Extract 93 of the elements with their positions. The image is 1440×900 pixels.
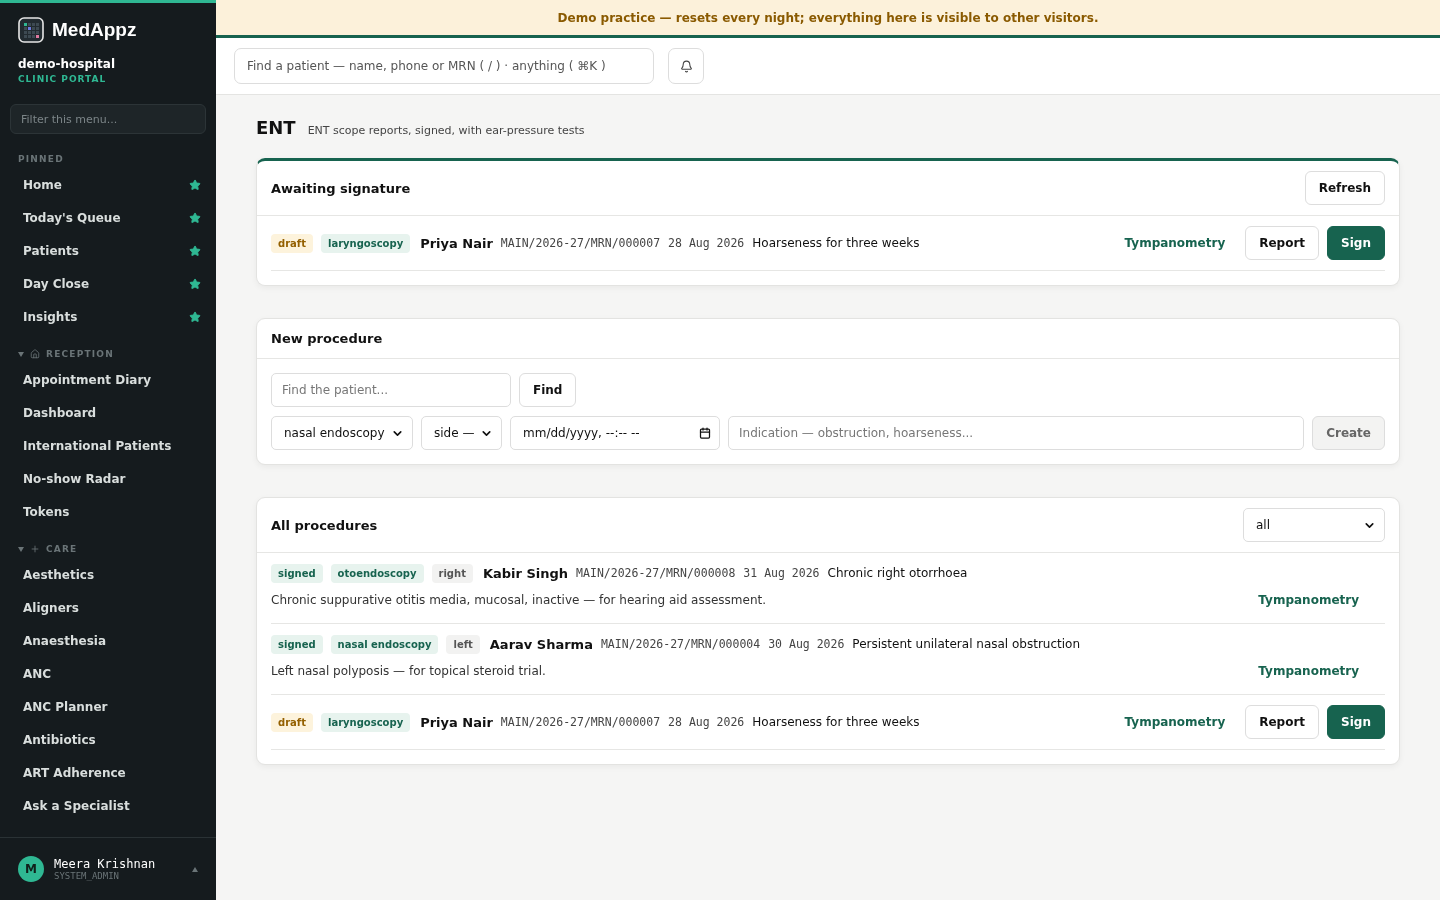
star-icon <box>189 244 201 257</box>
caret-icon[interactable] <box>18 546 24 552</box>
user-avatar: M <box>18 856 44 882</box>
card-title: Awaiting signature <box>271 180 411 196</box>
status-tag: signed <box>271 563 323 583</box>
sidebar-item[interactable]: ANC Planner <box>0 690 216 723</box>
date-text: 30 Aug 2026 <box>768 637 845 651</box>
date-time-field[interactable]: mm/dd/yyyy, --:-- -- <box>510 416 720 450</box>
tympanometry-link[interactable]: Tympanometry <box>1258 664 1359 678</box>
patient-name: Kabir Singh <box>482 565 569 581</box>
side-select[interactable]: side — <box>421 416 502 450</box>
procedure-tag: laryngoscopy <box>320 712 411 732</box>
sidebar-item[interactable]: No-show Radar <box>0 462 216 495</box>
sidebar-item[interactable]: Today's Queue <box>0 201 216 234</box>
sidebar-item[interactable]: Aesthetics <box>0 558 216 591</box>
sidebar-item[interactable]: Ask a Specialist <box>0 789 216 822</box>
report-note: Chronic suppurative otitis media, mucosal, inactive — for hearing aid assessment. <box>271 593 767 607</box>
sidebar-item[interactable]: Home <box>0 168 216 201</box>
user-role: SYSTEM_ADMIN <box>54 871 121 881</box>
indication-field[interactable]: Indication — obstruction, hoarseness... <box>728 416 1305 450</box>
portal-label: CLINIC PORTAL <box>17 73 108 84</box>
search-field[interactable]: Find a patient — name, phone or MRN ( / ) · anything ( ⌘K ) <box>234 48 654 84</box>
find-button[interactable]: Find <box>519 373 577 407</box>
demo-banner: Demo practice — resets every night; everything here is visible to other visitors. <box>216 0 1440 38</box>
date-text: 28 Aug 2026 <box>668 715 745 729</box>
sidebar-item[interactable]: ART Adherence <box>0 756 216 789</box>
sidebar-item[interactable]: Anaesthesia <box>0 624 216 657</box>
brand-name: MedAppz <box>52 19 137 41</box>
mrn-text: MAIN/2026-27/MRN/000008 <box>576 566 736 580</box>
sidebar-item[interactable]: Day Close <box>0 267 216 300</box>
procedure-tag: nasal endoscopy <box>330 634 439 654</box>
report-note: Left nasal polyposis — for topical steroid trial. <box>271 664 546 678</box>
sidebar-item[interactable]: Dashboard <box>0 396 216 429</box>
section-label: RECEPTION <box>46 349 114 359</box>
complaint-text: Persistent unilateral nasal obstruction <box>852 637 1081 651</box>
star-icon <box>189 211 201 224</box>
filter-select[interactable]: all <box>1243 508 1385 542</box>
organisation-name: demo-hospital <box>17 56 117 71</box>
sidebar-item[interactable]: Tokens <box>0 495 216 528</box>
tympanometry-link[interactable]: Tympanometry <box>1124 236 1226 250</box>
sidebar-item[interactable]: Aligners <box>0 591 216 624</box>
sidebar-item[interactable]: ANC <box>0 657 216 690</box>
report-button[interactable]: Report <box>1245 705 1320 739</box>
tympanometry-link[interactable]: Tympanometry <box>1124 715 1226 729</box>
star-icon <box>189 178 201 191</box>
logo-icon <box>18 17 44 43</box>
mrn-text: MAIN/2026-27/MRN/000004 <box>600 637 761 651</box>
menu-filter-field[interactable]: Filter this menu... <box>10 104 206 134</box>
patient-name: Priya Nair <box>420 714 493 730</box>
user-name: Meera Krishnan <box>54 857 156 871</box>
page-subtitle: ENT scope reports, signed, with ear-pressure tests <box>307 124 585 137</box>
report-button[interactable]: Report <box>1245 226 1320 260</box>
side-tag: left <box>446 634 480 654</box>
section-label: CARE <box>46 544 78 554</box>
procedure-select[interactable]: nasal endoscopy <box>271 416 413 450</box>
tympanometry-link[interactable]: Tympanometry <box>1258 593 1359 607</box>
complaint-text: Hoarseness for three weeks <box>752 236 920 250</box>
card-title: All procedures <box>271 517 378 533</box>
sign-button[interactable]: Sign <box>1327 705 1385 739</box>
card-title: New procedure <box>271 331 383 346</box>
house-icon <box>30 349 40 359</box>
status-tag: draft <box>271 712 313 732</box>
sidebar-item[interactable]: Patients <box>0 234 216 267</box>
side-tag: right <box>431 563 473 583</box>
procedure-tag: otoendoscopy <box>330 563 424 583</box>
patient-name: Priya Nair <box>420 235 493 251</box>
patient-field[interactable]: Find the patient... <box>271 373 511 407</box>
section-label: PINNED <box>18 154 64 164</box>
complaint-text: Chronic right otorrhoea <box>827 566 968 580</box>
status-tag: draft <box>271 233 313 253</box>
caret-icon[interactable] <box>18 351 24 357</box>
mrn-text: MAIN/2026-27/MRN/000007 <box>500 236 661 250</box>
refresh-button[interactable]: Refresh <box>1304 171 1385 205</box>
star-icon <box>189 310 201 323</box>
sidebar-item[interactable]: Insights <box>0 300 216 333</box>
sidebar-item[interactable]: International Patients <box>0 429 216 462</box>
sign-button[interactable]: Sign <box>1327 226 1385 260</box>
status-tag: signed <box>271 634 323 654</box>
date-text: 31 Aug 2026 <box>743 566 820 580</box>
plus-icon <box>30 544 40 554</box>
calendar-icon <box>699 427 711 439</box>
procedure-tag: laryngoscopy <box>320 233 411 253</box>
notifications-button[interactable] <box>668 48 704 84</box>
complaint-text: Hoarseness for three weeks <box>752 715 920 729</box>
mrn-text: MAIN/2026-27/MRN/000007 <box>500 715 661 729</box>
date-text: 28 Aug 2026 <box>668 236 745 250</box>
patient-name: Aarav Sharma <box>489 636 593 652</box>
caret-icon[interactable] <box>192 866 198 872</box>
sidebar-item[interactable]: Appointment Diary <box>0 363 216 396</box>
page-title: ENT <box>256 117 296 138</box>
bell-icon <box>679 59 693 73</box>
star-icon <box>189 277 201 290</box>
sidebar-item[interactable]: Antibiotics <box>0 723 216 756</box>
